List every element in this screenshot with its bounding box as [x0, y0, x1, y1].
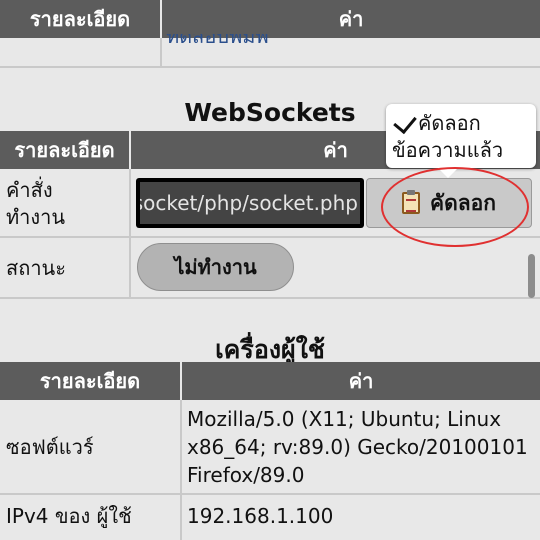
command-field-inner	[140, 182, 360, 224]
ws-command-label-line1: คำสั่ง	[6, 178, 53, 202]
ws-command-label: คำสั่ง ทำงาน	[6, 174, 126, 234]
ws-table-bottom-border	[0, 297, 540, 299]
client-row-divider	[0, 493, 540, 495]
tooltip-line1: คัดลอก	[392, 109, 528, 137]
copied-tooltip: คัดลอก ข้อความแล้ว	[386, 104, 536, 178]
partial-link-label: ทดสอบพิมพ์	[166, 34, 269, 48]
tooltip-line2: ข้อความแล้ว	[392, 138, 504, 162]
top-table-divider	[160, 38, 162, 66]
command-input[interactable]	[140, 182, 360, 224]
scrollbar-thumb[interactable]	[528, 254, 535, 298]
ipv4-label: IPv4 ของ ผู้ใช้	[6, 504, 132, 528]
top-table-header-detail: รายละเอียด	[0, 0, 160, 38]
status-button-label: ไม่ทำงาน	[174, 255, 257, 279]
ws-command-label-line2: ทำงาน	[6, 205, 66, 229]
software-value-line1: Mozilla/5.0 (X11; Ubuntu; Linux	[187, 407, 502, 431]
client-header-value: ค่า	[182, 362, 540, 400]
top-table-header-value: ค่า	[162, 0, 540, 38]
clipboard-icon	[402, 190, 421, 214]
ws-status-label: สถานะ	[6, 256, 66, 280]
software-value-line3: Firefox/89.0	[187, 463, 305, 487]
software-value-line2: x86_64; rv:89.0) Gecko/20100101	[187, 435, 528, 459]
ws-col-divider-1	[129, 169, 131, 299]
copy-button[interactable]: คัดลอก	[366, 178, 532, 228]
ws-row-divider	[0, 236, 540, 238]
ipv4-value: 192.168.1.100	[187, 504, 334, 528]
partial-link[interactable]: ทดสอบพิมพ์	[166, 34, 269, 60]
top-table-bottom-border	[0, 66, 540, 68]
ws-header-detail: รายละเอียด	[0, 131, 129, 169]
command-field[interactable]	[136, 178, 364, 228]
software-label: ซอฟต์แวร์	[6, 435, 94, 459]
copy-button-label: คัดลอก	[430, 190, 496, 215]
check-icon	[393, 109, 417, 135]
tooltip-line1-text: คัดลอก	[418, 111, 481, 135]
client-col-divider	[180, 400, 182, 540]
client-header-detail: รายละเอียด	[0, 362, 180, 400]
status-button[interactable]: ไม่ทำงาน	[137, 243, 294, 291]
software-value: Mozilla/5.0 (X11; Ubuntu; Linux x86_64; …	[187, 404, 537, 490]
